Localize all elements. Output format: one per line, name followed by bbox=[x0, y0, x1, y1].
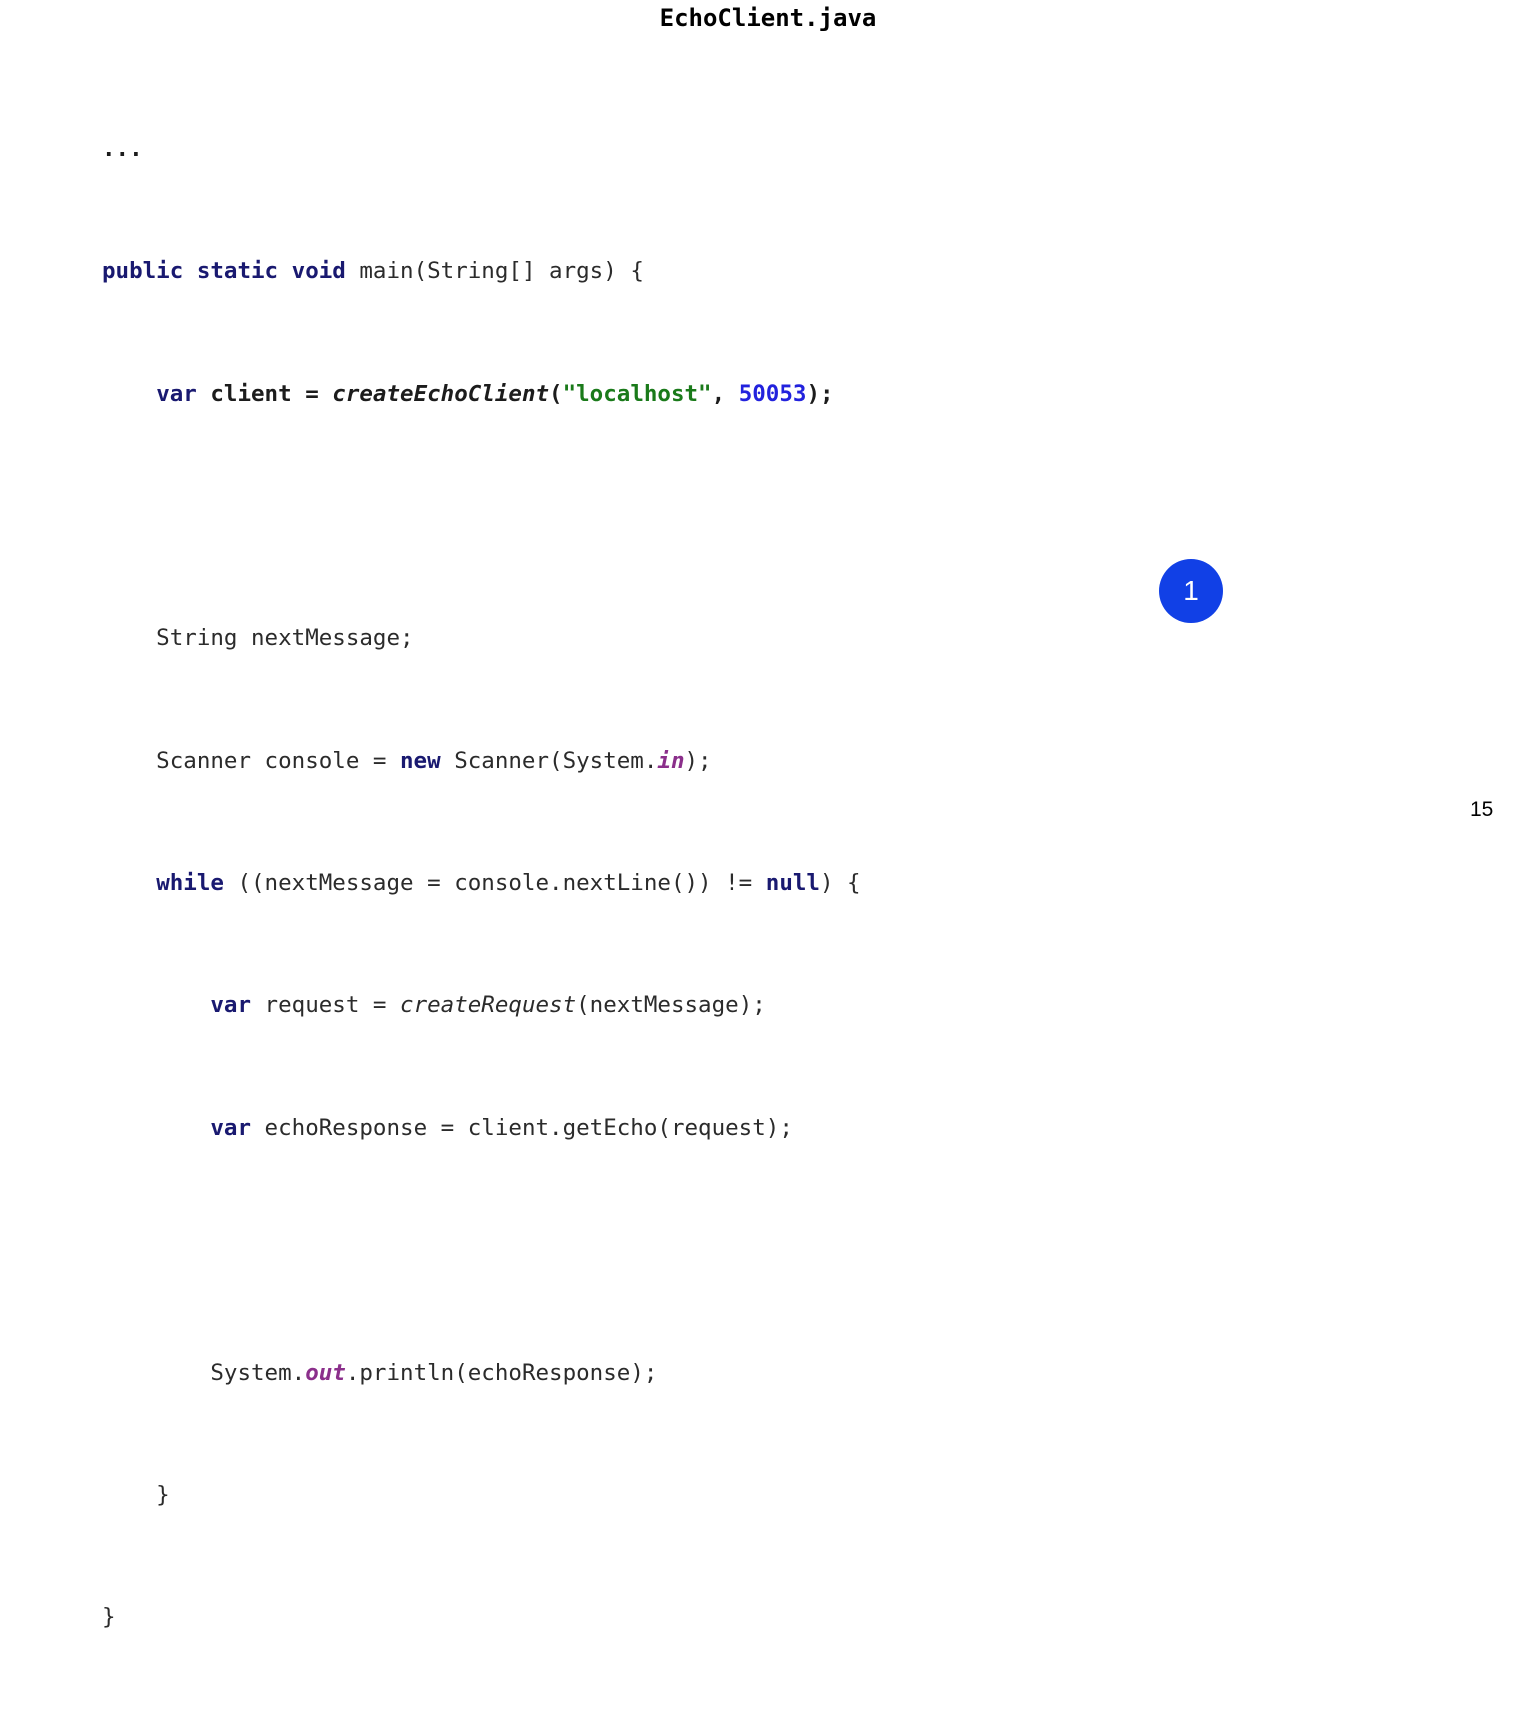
code-line: var echoResponse = client.getEcho(reques… bbox=[210, 1114, 793, 1141]
code-line: String nextMessage; bbox=[102, 625, 414, 652]
code-line: public static void main(String[] args) { bbox=[102, 258, 644, 285]
code-block: ... public static void main(String[] arg… bbox=[102, 42, 1186, 1728]
code-line: } bbox=[102, 1481, 170, 1508]
code-line: } bbox=[102, 1604, 116, 1631]
page-number: 15 bbox=[1470, 798, 1494, 821]
code-line: ... bbox=[102, 135, 143, 162]
code-line: var request = createRequest(nextMessage)… bbox=[210, 992, 766, 1019]
code-line: Scanner console = new Scanner(System.in)… bbox=[102, 747, 712, 774]
callout-badge-1: 1 bbox=[1159, 559, 1223, 623]
code-line: while ((nextMessage = console.nextLine()… bbox=[156, 870, 861, 897]
page-title: EchoClient.java bbox=[659, 4, 877, 32]
code-line: System.out.println(echoResponse); bbox=[102, 1359, 658, 1386]
code-line: var client = createEchoClient("localhost… bbox=[156, 380, 834, 407]
